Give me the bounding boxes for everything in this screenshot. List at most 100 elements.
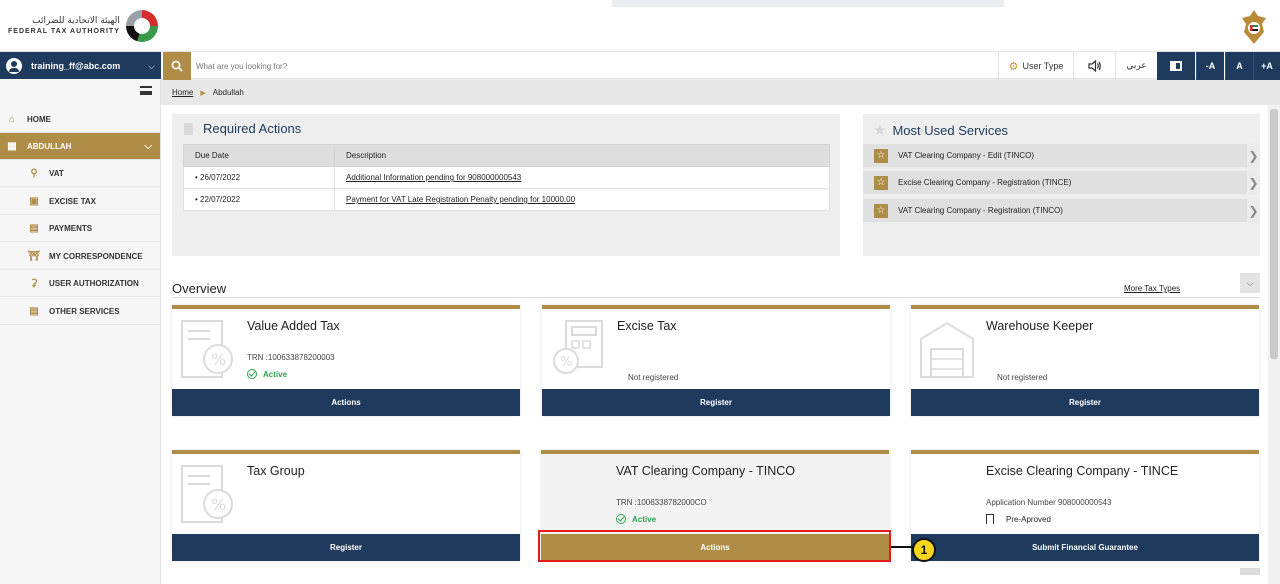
breadcrumb-current: Abdullah (212, 88, 244, 97)
chevron-right-icon: ❯ (1247, 170, 1260, 195)
sidebar-item-other-services[interactable]: ▤ OTHER SERVICES (0, 298, 160, 325)
callout-badge: 1 (912, 538, 936, 562)
user-type-button[interactable]: ⚙ User Type (998, 52, 1073, 80)
tax-card-tax-group: % Tax Group Register (172, 450, 520, 561)
service-label: Excise Clearing Company - Registration (… (898, 178, 1072, 187)
star-icon: ☆ (874, 175, 888, 190)
sidebar-item-home[interactable]: ⌂ HOME (0, 106, 160, 133)
status-badge: Pre-Aproved (986, 514, 1051, 524)
sidebar-item-label: HOME (27, 114, 51, 124)
contrast-toggle[interactable] (1157, 52, 1195, 80)
collapse-button[interactable]: ⌵ (1240, 273, 1260, 293)
application-number: Application Number 908000000543 (986, 498, 1112, 507)
sidebar-item-label: EXCISE TAX (49, 196, 96, 206)
svg-text:%: % (560, 355, 572, 370)
chevron-down-icon: ⌵ (1246, 277, 1254, 288)
star-icon: ☆ (874, 148, 888, 163)
most-used-services-panel: ★ Most Used Services ☆ VAT Clearing Comp… (863, 114, 1260, 256)
divider (172, 297, 1260, 298)
check-circle-icon (616, 514, 626, 524)
sidebar-item-abdullah[interactable]: ▦ ABDULLAH ⌵ (0, 133, 160, 160)
logo-arabic-text: الهيئة الاتحادية للضرائب (32, 16, 120, 26)
scrollbar-thumb[interactable] (1270, 109, 1278, 359)
description-link[interactable]: Payment for VAT Late Registration Penalt… (334, 188, 830, 211)
sidebar-item-label: PAYMENTS (49, 223, 93, 233)
service-item[interactable]: ☆ Excise Clearing Company - Registration… (863, 170, 1260, 196)
search-input[interactable] (196, 56, 796, 76)
table-header-row: Due Date Description (183, 144, 830, 167)
other-services-icon: ▤ (29, 305, 39, 317)
actions-button[interactable]: Actions (172, 389, 520, 416)
card-title: Excise Clearing Company - TINCE (986, 464, 1179, 478)
document-percent-icon: % (181, 320, 233, 378)
status-text: Active (263, 369, 288, 379)
card-title: VAT Clearing Company - TINCO (616, 464, 795, 478)
column-header: Description (334, 144, 830, 167)
payments-icon: ▤ (29, 222, 39, 234)
most-used-services-title: Most Used Services (892, 122, 1009, 138)
register-button[interactable]: Register (911, 389, 1259, 416)
user-type-label: User Type (1022, 61, 1064, 71)
font-normal-button[interactable]: A (1225, 52, 1253, 80)
user-email: training_ff@abc.com (31, 61, 121, 71)
tax-card-vat-clearing: VAT Clearing Company - TINCO TRN :100633… (541, 450, 889, 561)
search-button[interactable] (163, 52, 191, 80)
bookmark-icon (986, 514, 994, 524)
svg-text:%: % (211, 495, 226, 514)
service-item[interactable]: ☆ VAT Clearing Company - Registration (T… (863, 198, 1260, 224)
service-item[interactable]: ☆ VAT Clearing Company - Edit (TINCO) ❯ (863, 143, 1260, 169)
page-scrollbar[interactable] (1268, 105, 1280, 584)
speaker-button[interactable] (1073, 52, 1115, 80)
submit-financial-guarantee-button[interactable]: Submit Financial Guarantee (911, 534, 1259, 561)
star-icon: ★ (873, 122, 887, 139)
top-header: الهيئة الاتحادية للضرائب FEDERAL TAX AUT… (0, 0, 1280, 51)
excise-icon: ▣ (29, 195, 39, 207)
required-actions-panel: Required Actions Due Date Description • … (172, 114, 840, 256)
sidebar-item-excise-tax[interactable]: ▣ EXCISE TAX (0, 188, 160, 215)
status-badge: Active (616, 514, 656, 524)
status-text: Active (632, 514, 657, 524)
more-tax-types-link[interactable]: More Tax Types (1124, 284, 1180, 293)
actions-button[interactable]: Actions (541, 534, 889, 561)
hamburger-menu-icon[interactable] (140, 86, 152, 95)
nav-bar: training_ff@abc.com ⌵ ⚙ User Type عربي -… (0, 51, 1280, 80)
sidebar-item-my-correspondence[interactable]: ⛩ MY CORRESPONDENCE (0, 243, 160, 270)
card-status-text: Not registered (628, 373, 679, 382)
card-title: Excise Tax (617, 319, 677, 333)
uae-emblem-icon (1242, 10, 1266, 44)
breadcrumb-home-link[interactable]: Home (172, 88, 193, 97)
card-trn: TRN :100633878200003 (247, 353, 335, 362)
sidebar-item-label: USER AUTHORIZATION (49, 278, 139, 288)
chevron-right-icon: ❯ (1247, 143, 1260, 168)
register-button[interactable]: Register (172, 534, 520, 561)
sidebar-item-user-authorization[interactable]: ⚳ USER AUTHORIZATION (0, 270, 160, 297)
card-trn: TRN :1006338782000CO (616, 498, 707, 507)
column-header: Due Date (183, 144, 335, 167)
sidebar-item-label: MY CORRESPONDENCE (49, 251, 143, 261)
user-avatar-icon (6, 58, 22, 74)
card-title: Tax Group (247, 464, 305, 478)
search-icon (171, 60, 183, 72)
status-badge: Active (247, 369, 287, 379)
font-increase-button[interactable]: +A (1253, 52, 1280, 80)
home-icon: ⌂ (8, 113, 16, 125)
sidebar-item-payments[interactable]: ▤ PAYMENTS (0, 215, 160, 242)
font-decrease-button[interactable]: -A (1196, 52, 1224, 80)
check-circle-icon (247, 369, 257, 379)
breadcrumb: Home ▶ Abdullah (161, 80, 1280, 105)
language-toggle[interactable]: عربي (1115, 52, 1157, 80)
table-row: • 22/07/2022 Payment for VAT Late Regist… (183, 188, 830, 211)
svg-text:%: % (211, 350, 226, 369)
register-button[interactable]: Register (542, 389, 890, 416)
clipboard-icon (184, 122, 193, 135)
sidebar-item-vat[interactable]: ⚲ VAT (0, 160, 160, 187)
user-auth-icon: ⚳ (30, 277, 38, 289)
user-menu[interactable]: training_ff@abc.com ⌵ (0, 52, 161, 80)
service-label: VAT Clearing Company - Registration (TIN… (898, 206, 1063, 215)
speaker-icon (1087, 60, 1101, 72)
document-percent-icon: % (181, 465, 233, 523)
required-actions-title: Required Actions (203, 121, 302, 136)
fta-logo[interactable]: الهيئة الاتحادية للضرائب FEDERAL TAX AUT… (8, 10, 158, 42)
description-link[interactable]: Additional Information pending for 90800… (334, 166, 830, 189)
tax-card-warehouse: Warehouse Keeper Not registered Register (911, 305, 1259, 416)
